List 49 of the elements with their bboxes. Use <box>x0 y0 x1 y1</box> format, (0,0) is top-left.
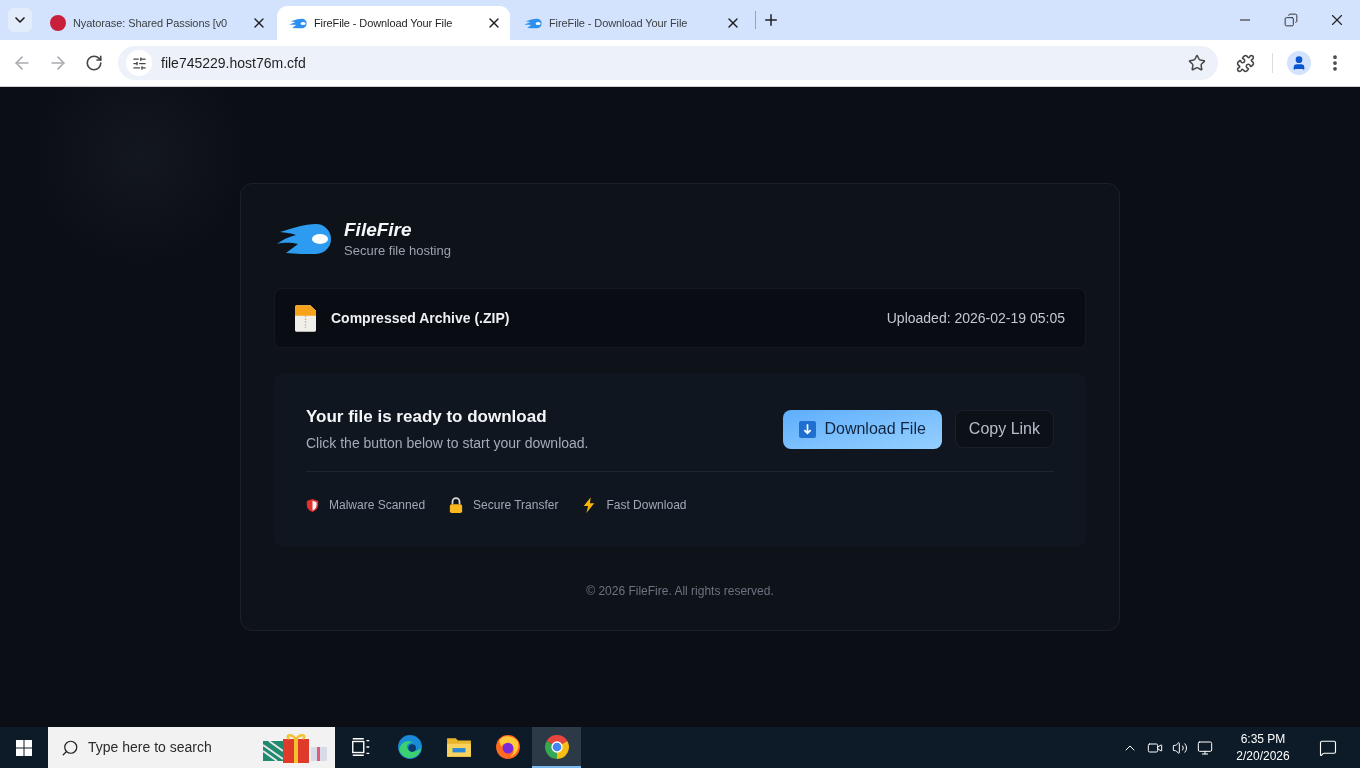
notification-icon[interactable] <box>1319 738 1337 757</box>
tab-search-button[interactable] <box>8 8 32 32</box>
shield-icon <box>306 497 319 513</box>
brand-name: FileFire <box>344 218 413 242</box>
monitor-icon[interactable] <box>1197 739 1213 756</box>
firefox-browser-icon <box>494 733 521 760</box>
profile-icon[interactable] <box>1287 51 1311 75</box>
download-title: Your file is ready to download <box>306 406 548 428</box>
extensions-icon[interactable] <box>1236 53 1255 73</box>
upload-date: Uploaded: 2026-02-19 05:05 <box>886 308 1065 328</box>
download-subtitle: Click the button below to start your download. <box>306 434 589 452</box>
download-file-button[interactable]: Download File <box>783 409 942 449</box>
url-text: file745229.host76m.cfd <box>161 53 306 73</box>
tab-title: Nyatorase: Shared Passions [v0 <box>73 15 229 31</box>
search-placeholder: Type here to search <box>88 738 212 757</box>
new-tab-icon[interactable] <box>762 11 780 29</box>
taskbar-search-field[interactable]: Type here to search <box>48 727 335 768</box>
edge-browser-icon <box>396 733 423 760</box>
reload-icon[interactable] <box>85 54 103 72</box>
taskbar-app-button[interactable] <box>532 727 581 768</box>
copy-link-button[interactable]: Copy Link <box>954 410 1054 448</box>
browser-tab[interactable]: Nyatorase: Shared Passions [v0 <box>38 6 275 40</box>
tab-title: FireFile - Download Your File <box>314 15 454 31</box>
flame-icon <box>289 17 307 29</box>
lock-icon <box>449 497 464 513</box>
feature-label: Secure Transfer <box>473 497 559 514</box>
chrome-browser-icon <box>543 733 570 760</box>
task-view-icon <box>349 735 372 758</box>
flame-icon <box>524 17 542 29</box>
bookmark-star-icon[interactable] <box>1188 54 1206 72</box>
search-icon <box>61 738 79 757</box>
feature-label: Fast Download <box>606 497 687 514</box>
volume-icon[interactable] <box>1172 739 1188 756</box>
browser-tab[interactable]: FireFile - Download Your File <box>512 6 749 40</box>
feature-label: Malware Scanned <box>329 497 426 514</box>
footer-copyright: © 2026 FileFire. All rights reserved. <box>586 583 774 600</box>
brand-tagline: Secure file hosting <box>344 242 451 260</box>
address-bar[interactable]: file745229.host76m.cfd <box>118 46 1218 80</box>
browser-tab[interactable]: FireFile - Download Your File <box>277 6 510 40</box>
avatar-icon <box>50 15 66 31</box>
windows-start-icon[interactable] <box>16 739 32 756</box>
zip-file-icon <box>295 304 316 332</box>
flame-logo-icon <box>276 222 332 256</box>
taskbar-clock[interactable]: 6:35 PM 2/20/2026 <box>1226 730 1300 765</box>
tab-title: FireFile - Download Your File <box>549 15 689 31</box>
site-info-icon[interactable] <box>126 50 152 76</box>
file-type-label: Compressed Archive (.ZIP) <box>331 308 510 328</box>
lightning-bolt-icon <box>582 497 597 513</box>
restore-icon[interactable] <box>1284 13 1298 27</box>
